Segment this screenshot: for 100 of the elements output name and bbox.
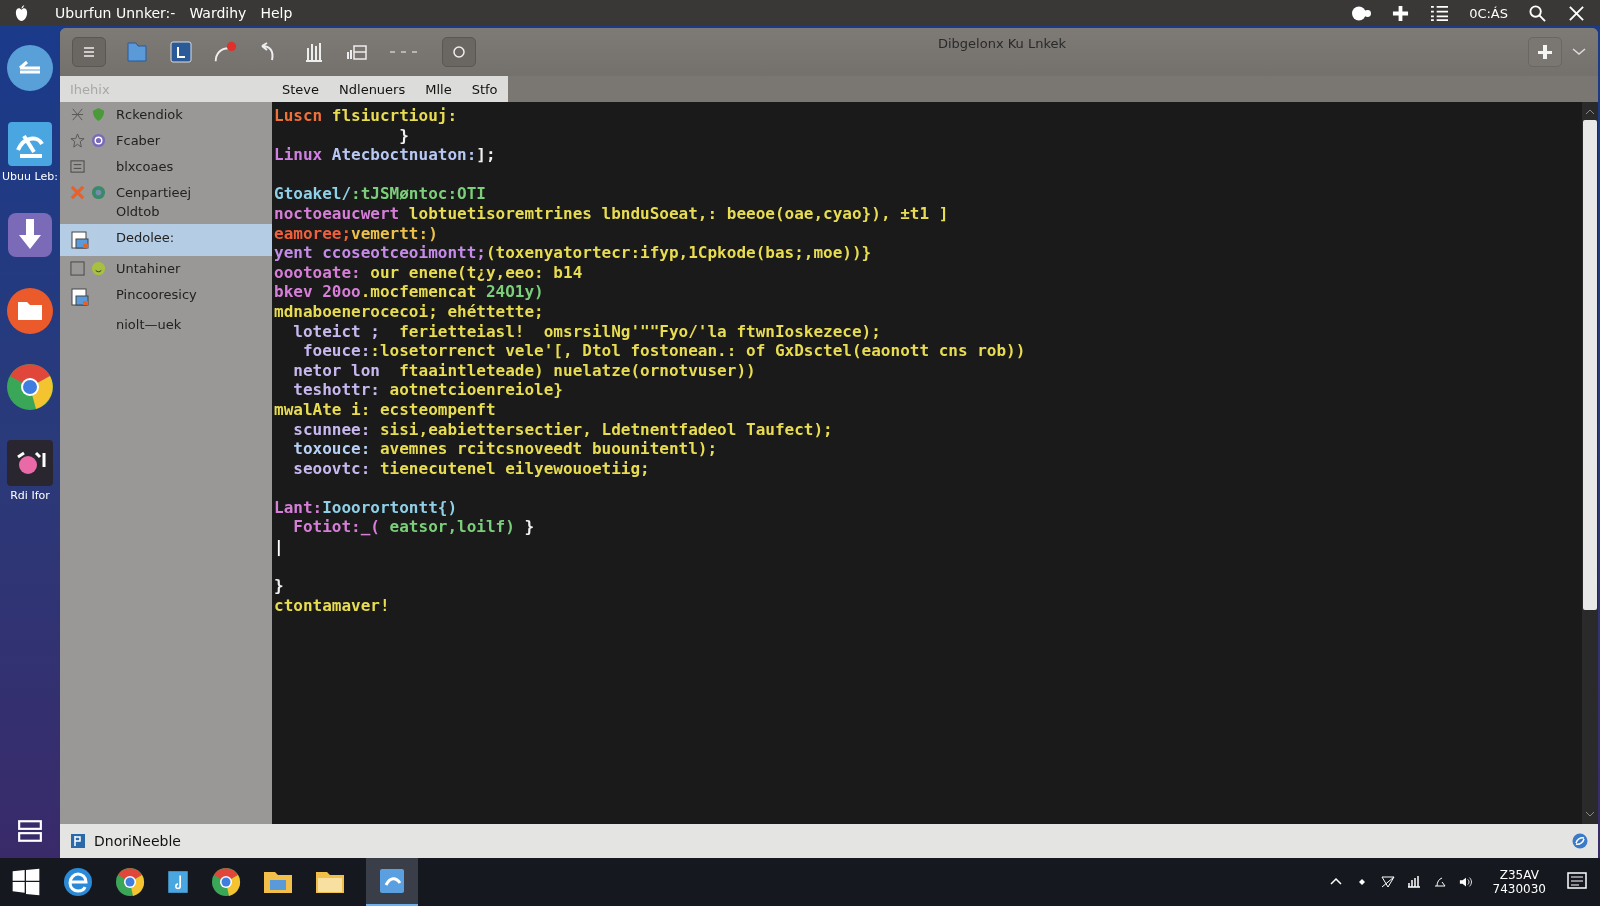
music-icon[interactable] [166,869,190,895]
item-label: Cenpartieej [116,185,192,200]
plus-icon [1535,42,1555,62]
code-text: } [398,125,409,145]
sidebar-item[interactable]: blxcoaes [60,154,272,180]
code-text: loteict ; [292,321,380,341]
code-text: ftaaintleteade) nuelatze(ornotvuser)) [398,360,756,380]
logo-icon[interactable] [14,4,29,22]
clock-time: Z35AV [1499,868,1539,882]
list-icon [70,159,85,174]
sidebar-item[interactable]: Rckendiok [60,102,272,128]
status-text: DnoriNeeble [94,833,181,849]
shield-icon [91,107,106,122]
tab[interactable]: Steve [272,76,330,102]
scroll-thumb[interactable] [1583,120,1597,610]
item-label: Rckendiok [116,107,183,122]
menu-button[interactable] [72,37,106,67]
code-text: tienecutenel eilyewouoetiig; [378,458,650,478]
volume-icon[interactable] [1458,875,1473,889]
code-text: scunnee: [292,419,371,439]
sidebar-item[interactable]: Dedolee: [60,224,272,256]
signal-icon[interactable] [1406,875,1421,889]
menu-icon[interactable] [17,818,43,844]
browser-icon[interactable] [6,363,54,411]
menu-item[interactable]: Uburfun Unnker:- [55,5,176,21]
refresh-button[interactable] [442,37,476,67]
sidebar-item[interactable]: Cenpartieej Oldtob [60,180,272,224]
search-icon[interactable] [1528,4,1547,22]
clock-date: 7430030 [1492,882,1546,896]
image-icon [70,230,90,250]
app-label: Ubuu Leb: [2,170,58,183]
code-text: .mocfemencat [360,282,477,302]
app-label: Rdi Ifor [10,489,50,502]
code-text: | [274,537,284,557]
code-text: :tJSMøntoc:OTI [351,184,486,204]
scroll-down-icon[interactable] [1585,810,1595,818]
plus-icon[interactable] [1391,4,1411,22]
code-text: avemnes rcitcsnoveedt buounitentl); [378,439,718,459]
app-icon[interactable] [6,120,54,168]
item-sublabel: Oldtob [116,204,161,219]
tab[interactable]: Mlle [415,76,462,102]
code-text: netor lon [292,360,380,380]
sidebar-item[interactable]: Pincooresicy [60,282,272,312]
sidebar-item[interactable]: Untahiner [60,256,272,282]
menu-item[interactable]: Help [260,5,293,21]
pin-button[interactable] [1528,37,1562,67]
browser-icon[interactable] [114,866,146,898]
image-icon [70,287,90,307]
start-icon[interactable] [10,866,42,898]
tab[interactable]: Ndlenuers [329,76,416,102]
network-icon[interactable] [1380,875,1395,889]
sidebar-item[interactable]: Fcaber [60,128,272,154]
smiley-icon [91,261,106,276]
code-text: Iooorortontt{) [322,497,458,517]
sync-icon[interactable] [1572,833,1588,849]
scrollbar[interactable] [1582,102,1598,824]
code-text: Fotiot:_( [292,517,380,537]
app-icon[interactable] [6,439,54,487]
code-text: our enene(t¿y,eeo: b14 [369,262,583,282]
code-text: eatsor,loilf) [388,517,515,537]
item-label: Untahiner [116,261,181,276]
browser-icon[interactable] [62,866,94,898]
code-text: teshottr: [292,380,380,400]
code-text: } [274,576,284,596]
clock-text: 0C:ÁS [1469,5,1508,21]
folder-icon[interactable] [6,287,54,335]
code-text: Lant: [274,497,323,517]
item-label: blxcoaes [116,159,174,174]
code-text: noctoeaucwert [274,203,400,223]
code-text: ctontamaver! [274,595,390,615]
window-title: Dibgelonx Ku Lnkek [937,36,1067,51]
active-app-button[interactable] [366,858,418,906]
code-text: toxouce: [292,439,371,459]
code-text: Gtoakel/ [274,184,352,204]
code-text: seoovtc: [292,458,371,478]
code-text: vemertt:) [351,223,438,243]
code-text: bkev 20oo [274,282,361,302]
close-icon[interactable] [1567,4,1586,22]
record-icon[interactable] [212,40,238,64]
menu-item[interactable]: Wardihy [189,5,247,21]
scroll-up-icon[interactable] [1585,108,1595,116]
chevron-icon[interactable] [1572,47,1586,57]
item-label: Pincooresicy [116,287,197,302]
code-text: 24O1y) [484,282,544,302]
code-text: ]; [476,145,496,165]
download-icon[interactable] [6,211,54,259]
code-text: ferietteiasl! omsrsilNg'""Fyo/'la ftwnIoskezece); [398,321,881,341]
item-label: Dedolee: [116,230,175,245]
tab[interactable]: Stfo [461,76,508,102]
document-icon [70,833,86,849]
sidebar-item[interactable]: niolt—uek [60,312,272,338]
browser-icon[interactable] [210,866,242,898]
document-icon[interactable] [168,40,194,64]
code-text: lobtuetisoremtrines lbnduSoeat,: beeoe(oae,cyao}), ±t1 ] [407,203,949,223]
cross-icon [70,185,85,200]
code-text: (toxenyatortecr:ifyp,1Cpkode(bas;,moe))} [485,243,872,263]
back-icon[interactable] [6,44,54,92]
code-text: eamoree; [274,223,352,243]
code-text: :losetorrenct vele'[, Dtol fostonean.: of GxDsctel(eaonott cns rob)) [370,341,1026,361]
list-icon[interactable] [1430,4,1450,22]
